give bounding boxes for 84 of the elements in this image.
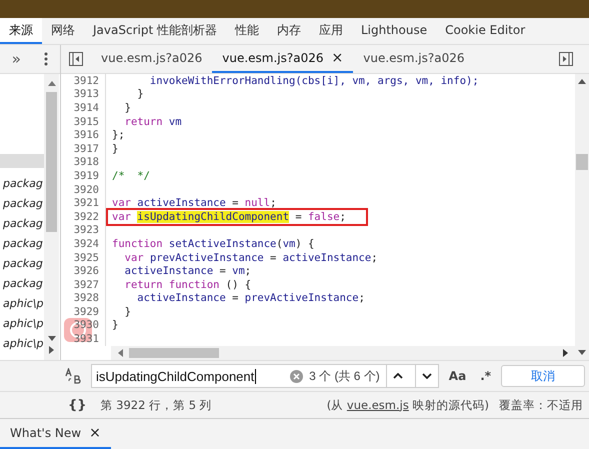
line-number: 3921	[61, 196, 106, 210]
scroll-right-icon[interactable]	[563, 349, 569, 357]
line-number: 3922	[61, 210, 106, 224]
scrollbar-thumb[interactable]	[576, 154, 588, 170]
file-tab[interactable]: vue.esm.js?a026	[91, 45, 212, 73]
file-tree-item[interactable]: packag	[0, 254, 44, 274]
line-number: 3917	[61, 142, 106, 156]
line-number: 3918	[61, 156, 106, 170]
clear-icon[interactable]	[290, 370, 304, 382]
code-line: var activeInstance = null;	[111, 197, 276, 210]
panel-tab[interactable]: 应用	[310, 18, 352, 44]
scrollbar-thumb[interactable]	[129, 348, 219, 358]
file-tab[interactable]: vue.esm.js?a026	[353, 45, 475, 73]
line-number: 3912	[61, 74, 106, 88]
file-tree-item[interactable]: packag	[0, 234, 44, 254]
line-number: 3920	[61, 182, 106, 196]
line-number: 3914	[61, 101, 106, 115]
cancel-button[interactable]: 取消	[501, 365, 585, 387]
code-line: }	[136, 88, 144, 100]
code-line: invokeWithErrorHandling(cbs[i], vm, args, vm, info);	[148, 74, 479, 87]
line-number: 3915	[61, 114, 106, 128]
code-line: };	[111, 129, 125, 142]
code-line: /* */	[111, 170, 150, 182]
match-count: 3 个 (共 6 个)	[309, 368, 380, 384]
line-number: 3928	[61, 292, 106, 306]
sidebar-toggle-icon[interactable]	[69, 52, 83, 66]
chevron-up-icon	[392, 373, 403, 379]
line-number: 3913	[61, 88, 106, 102]
code-line: }	[124, 102, 131, 114]
line-number: 3925	[61, 250, 106, 264]
code-line: activeInstance = vm;	[124, 265, 252, 278]
source-link[interactable]: vue.esm.js	[346, 398, 409, 412]
line-number: 3919	[61, 169, 106, 183]
coverage-status: 覆盖率：不适用	[499, 398, 583, 412]
cursor-position: 第 3922 行，第 5 列	[100, 398, 212, 412]
scroll-down-icon[interactable]	[578, 350, 586, 356]
match-case-button[interactable]: Aa	[444, 369, 470, 383]
panel-tab[interactable]: 网络	[42, 18, 84, 44]
panel-tab[interactable]: Cookie Editor	[436, 18, 534, 44]
replace-toggle-icon[interactable]	[65, 368, 83, 384]
chevron-down-icon	[422, 373, 432, 379]
code-line: }	[111, 142, 118, 155]
close-button[interactable]: ×	[89, 425, 101, 441]
file-tree-item[interactable]: aphic\p	[0, 294, 44, 314]
scroll-up-icon[interactable]	[578, 78, 586, 84]
debugger-toggle-icon[interactable]	[559, 52, 573, 66]
code-line: activeInstance = prevActiveInstance;	[136, 292, 365, 304]
panel-tab[interactable]: JavaScript 性能剖析器	[84, 18, 226, 44]
code-line: var prevActiveInstance = activeInstance;	[124, 252, 378, 264]
more-tabs-button[interactable]: »	[12, 50, 21, 68]
scroll-up-icon[interactable]	[48, 80, 56, 86]
line-number: 3923	[61, 224, 106, 238]
panel-tab[interactable]: 性能	[226, 18, 268, 44]
code-line: function setActiveInstance(vm) {	[111, 238, 314, 250]
line-number: 3927	[61, 278, 106, 292]
search-field[interactable]: isUpdatingChildComponent 3 个 (共 6 个)	[90, 364, 439, 388]
regex-button[interactable]: .*	[476, 369, 496, 383]
pretty-print-button[interactable]: {}	[68, 398, 87, 412]
highlighted-code-line: var isUpdatingChildComponent = false;	[108, 210, 366, 224]
code-line: }	[111, 319, 118, 332]
close-button[interactable]: ×	[332, 50, 344, 66]
file-tree-item[interactable]: packag	[0, 214, 44, 234]
panel-tab[interactable]: 来源	[0, 18, 42, 44]
code-line: }	[124, 306, 131, 318]
drawer-tab[interactable]: What's New ×	[0, 419, 111, 449]
line-number: 3924	[61, 237, 106, 251]
line-number: 3916	[61, 128, 106, 142]
source-map-note: (从 vue.esm.js 映射的源代码)	[326, 398, 489, 412]
panel-tab[interactable]: 内存	[268, 18, 310, 44]
scroll-right-icon[interactable]	[48, 346, 54, 354]
file-tree-item[interactable]: packag	[0, 174, 44, 194]
scroll-down-icon[interactable]	[48, 336, 56, 342]
file-tree-item[interactable]: packag	[0, 274, 44, 294]
code-line: return vm	[124, 116, 182, 128]
file-tree-item[interactable]: aphic\p	[0, 334, 44, 354]
menu-icon[interactable]	[44, 52, 48, 66]
line-number: 3926	[61, 264, 106, 278]
file-tree-item[interactable]: packag	[0, 194, 44, 214]
code-line: return function () {	[124, 278, 252, 291]
file-tab[interactable]: vue.esm.js?a026 ×	[212, 45, 354, 73]
scroll-left-icon[interactable]	[117, 349, 123, 357]
scrollbar-thumb[interactable]	[46, 92, 57, 232]
file-tree-item[interactable]: aphic\p	[0, 314, 44, 334]
panel-tab[interactable]: Lighthouse	[352, 18, 436, 44]
